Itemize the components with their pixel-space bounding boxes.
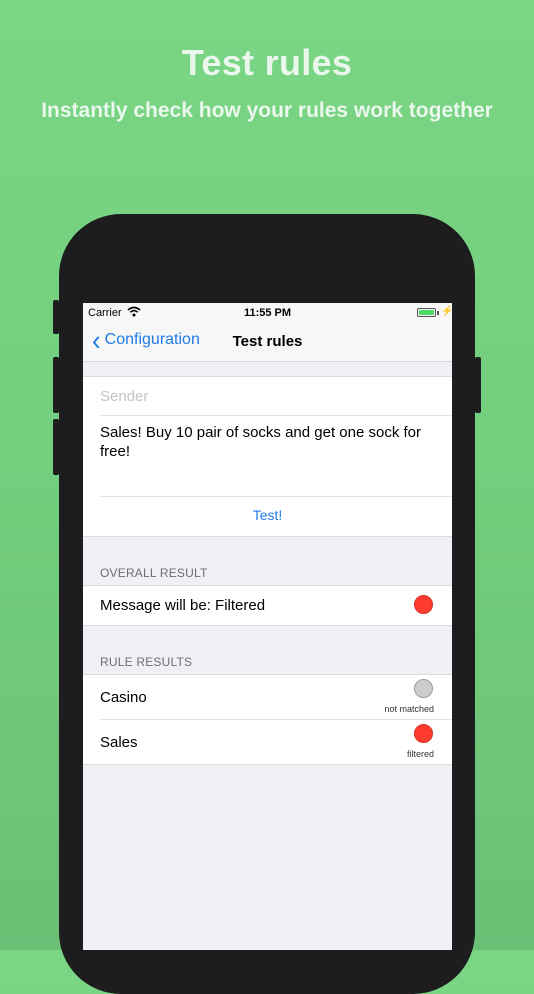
rule-status: filtered xyxy=(406,749,434,759)
test-input-card: Sales! Buy 10 pair of socks and get one … xyxy=(83,376,452,537)
phone-volume-down-button xyxy=(53,419,59,475)
rule-results-header: RULE RESULTS xyxy=(100,655,193,669)
hero-subtitle: Instantly check how your rules work toge… xyxy=(41,99,493,122)
divider xyxy=(100,496,452,497)
charging-bolt-icon: ⚡ xyxy=(441,306,452,317)
status-time: 11:55 PM xyxy=(243,307,292,319)
test-button[interactable]: Test! xyxy=(83,507,452,523)
navigation-bar: ‹ Configuration Test rules xyxy=(83,323,452,362)
rule-name: Sales xyxy=(100,734,138,751)
rule-name: Casino xyxy=(100,689,147,706)
sender-input[interactable] xyxy=(100,388,440,405)
message-textarea[interactable]: Sales! Buy 10 pair of socks and get one … xyxy=(100,423,440,493)
overall-result-header: OVERALL RESULT xyxy=(100,566,208,580)
rule-status: not matched xyxy=(384,704,434,714)
divider xyxy=(100,415,452,416)
status-bar: Carrier 11:55 PM ⚡ xyxy=(83,303,452,323)
app-screen: Carrier 11:55 PM ⚡ ‹ Configuration Test … xyxy=(83,303,452,950)
overall-result-label: Message will be: Filtered xyxy=(100,597,266,614)
overall-result-row: Message will be: Filtered xyxy=(83,585,452,626)
phone-volume-up-button xyxy=(53,357,59,413)
filtered-status-dot xyxy=(414,595,433,614)
phone-power-button xyxy=(475,357,481,413)
battery-cap xyxy=(437,311,439,315)
battery-level-fill xyxy=(419,310,434,315)
phone-mute-switch xyxy=(53,300,59,334)
rule-results-list: Casino not matched Sales filtered xyxy=(83,674,452,765)
rule-row: Casino not matched xyxy=(83,675,452,719)
rule-row: Sales filtered xyxy=(83,720,452,764)
battery-icon xyxy=(417,308,436,317)
nav-title: Test rules xyxy=(232,333,303,350)
filtered-status-dot xyxy=(414,724,433,743)
not-matched-status-dot xyxy=(414,679,433,698)
hero-title: Test rules xyxy=(181,42,353,83)
